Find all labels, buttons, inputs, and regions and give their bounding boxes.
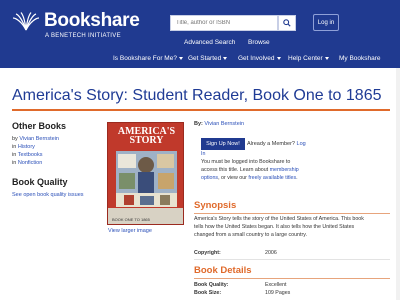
free-titles-link[interactable]: freely available titles bbox=[248, 175, 296, 181]
log-in-link-2[interactable]: In bbox=[201, 151, 205, 157]
other-books-heading: Other Books bbox=[12, 121, 67, 131]
synopsis-line-1: America's Story tells the story of the U… bbox=[194, 216, 364, 222]
nav-help-center[interactable]: Help Center bbox=[288, 55, 329, 62]
chevron-down-icon bbox=[178, 56, 183, 60]
search-icon bbox=[283, 19, 291, 27]
cover-title: AMERICA'S STORY bbox=[117, 126, 176, 146]
nav-get-involved[interactable]: Get Involved bbox=[238, 55, 281, 62]
book-quality-issues-link[interactable]: See open book quality issues bbox=[12, 192, 84, 198]
nav-is-bookshare-for-me[interactable]: Is Bookshare For Me? bbox=[113, 55, 183, 62]
chevron-down-icon bbox=[276, 56, 281, 60]
category-history-link[interactable]: History bbox=[18, 144, 35, 150]
main-nav: Is Bookshare For Me? Get Started Get Inv… bbox=[0, 55, 400, 67]
site-header: Bookshare A BENETECH INITIATIVE Log in A… bbox=[0, 0, 400, 68]
book-size-label: Book Size: bbox=[194, 290, 222, 296]
view-larger-image-link[interactable]: View larger image bbox=[108, 228, 152, 234]
other-books-author: by Vivian Bernstein bbox=[12, 136, 59, 142]
nav-my-bookshare[interactable]: My Bookshare bbox=[339, 55, 381, 62]
book-quality-heading: Book Quality bbox=[12, 177, 68, 187]
other-books-nonfiction: in Nonfiction bbox=[12, 160, 43, 166]
access-text-2: access this title. Learn about membershi… bbox=[201, 167, 299, 173]
other-books-textbooks: in Textbooks bbox=[12, 152, 43, 158]
open-book-icon bbox=[12, 12, 40, 31]
search-button[interactable] bbox=[278, 15, 296, 31]
advanced-search-link[interactable]: Advanced Search bbox=[184, 39, 235, 46]
book-cover-image[interactable]: AMERICA'S STORY BOOK ONE TO 1865 bbox=[107, 122, 184, 225]
synopsis-divider bbox=[194, 213, 390, 214]
page-title: America's Story: Student Reader, Book On… bbox=[12, 87, 382, 104]
browse-link[interactable]: Browse bbox=[248, 39, 270, 46]
category-nonfiction-link[interactable]: Nonfiction bbox=[18, 160, 42, 166]
logo-title: Bookshare bbox=[44, 10, 140, 31]
title-divider bbox=[12, 109, 390, 111]
category-textbooks-link[interactable]: Textbooks bbox=[18, 152, 43, 158]
cover-illustration bbox=[116, 151, 177, 207]
book-details-divider bbox=[194, 278, 390, 279]
copyright-value: 2006 bbox=[265, 250, 277, 256]
options-link[interactable]: options bbox=[201, 175, 218, 181]
chevron-down-icon bbox=[324, 56, 329, 60]
login-button[interactable]: Log in bbox=[313, 14, 339, 31]
page-scrollbar[interactable] bbox=[396, 68, 400, 300]
logo-subtitle: A BENETECH INITIATIVE bbox=[45, 33, 121, 39]
log-in-link[interactable]: Log bbox=[297, 141, 306, 147]
log-in-link-cont: In bbox=[201, 151, 205, 157]
author-link[interactable]: Vivian Bernstein bbox=[19, 136, 59, 142]
book-quality-label: Book Quality: bbox=[194, 282, 229, 288]
access-text-3: options, or view our freely available ti… bbox=[201, 175, 298, 181]
author-name-link[interactable]: Vivian Bernstein bbox=[204, 121, 244, 127]
access-text-1: You must be logged into Bookshare to bbox=[201, 159, 291, 165]
nav-get-started[interactable]: Get Started bbox=[188, 55, 228, 62]
copyright-divider bbox=[194, 259, 390, 260]
chevron-down-icon bbox=[223, 56, 228, 60]
book-size-value: 109 Pages bbox=[265, 290, 291, 296]
synopsis-line-2: tells how the United States began. It al… bbox=[194, 224, 355, 230]
synopsis-line-3: changed from a small country to a large … bbox=[194, 232, 307, 238]
book-details-heading: Book Details bbox=[194, 265, 252, 276]
copyright-label: Copyright: bbox=[194, 250, 221, 256]
sign-up-button[interactable]: Sign Up Now! bbox=[201, 138, 245, 150]
search-input[interactable] bbox=[170, 15, 278, 31]
membership-link[interactable]: membership bbox=[270, 167, 299, 173]
cover-strip: BOOK ONE TO 1865 bbox=[108, 208, 183, 224]
author-line: By: Vivian Bernstein bbox=[194, 121, 245, 127]
other-books-history: in History bbox=[12, 144, 35, 150]
member-prompt: Already a Member? Log bbox=[247, 141, 306, 147]
cover-caption: BOOK ONE TO 1865 bbox=[112, 217, 150, 222]
book-quality-value: Excellent bbox=[265, 282, 287, 288]
synopsis-heading: Synopsis bbox=[194, 200, 237, 211]
